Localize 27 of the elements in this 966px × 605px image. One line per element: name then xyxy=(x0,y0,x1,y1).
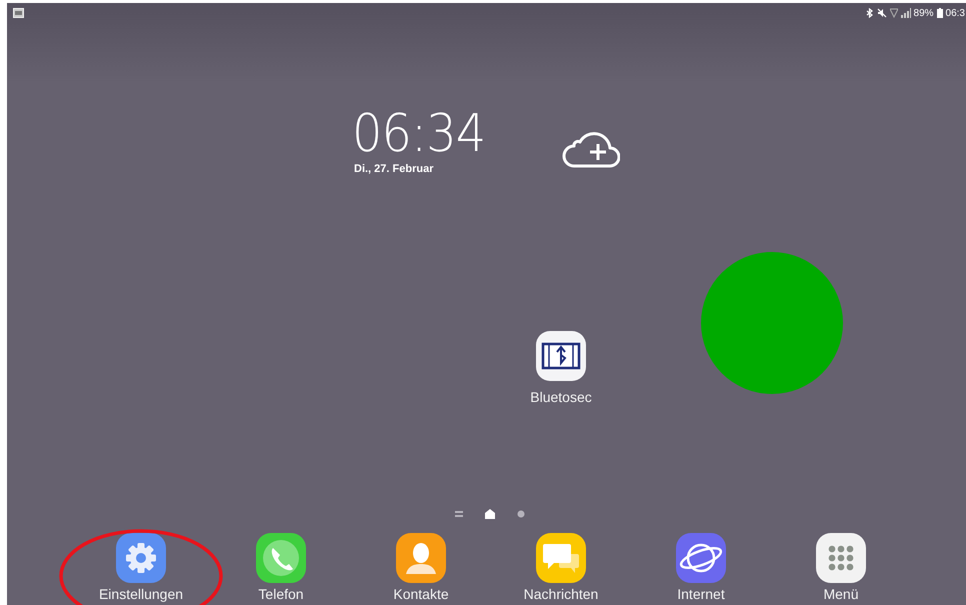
settings-icon[interactable] xyxy=(115,532,167,584)
signal-icon xyxy=(900,8,911,18)
bluetooth-icon xyxy=(866,8,874,18)
app-label: Kontakte xyxy=(393,586,449,602)
phone-icon[interactable] xyxy=(255,532,307,584)
battery-percentage: 89% xyxy=(914,8,934,18)
app-label: Menü xyxy=(823,586,859,602)
app-label: Einstellungen xyxy=(98,586,184,602)
clock-date: Di., 27. Februar xyxy=(354,163,434,175)
chat-bubbles-icon[interactable] xyxy=(535,532,587,584)
app-grid-icon[interactable] xyxy=(815,532,867,584)
page-lines-indicator[interactable] xyxy=(454,509,464,519)
planet-icon[interactable] xyxy=(675,532,727,584)
tablet-symbol-app-icon[interactable] xyxy=(535,330,587,382)
person-icon[interactable] xyxy=(395,532,447,584)
app-label: Internet xyxy=(677,586,725,602)
page-dot-indicator[interactable] xyxy=(516,509,526,519)
clock-time: 06:34 xyxy=(352,105,486,163)
cloud-add-icon[interactable] xyxy=(562,130,620,170)
app-label: Bluetosec xyxy=(530,389,592,405)
image-icon xyxy=(13,8,24,18)
app-label: Nachrichten xyxy=(524,586,598,602)
app-label: Telefon xyxy=(258,586,304,602)
battery-icon xyxy=(936,8,943,18)
mute-icon xyxy=(876,8,887,18)
home-page-indicator[interactable] xyxy=(484,508,496,520)
status-time: 06:3 xyxy=(946,8,965,18)
